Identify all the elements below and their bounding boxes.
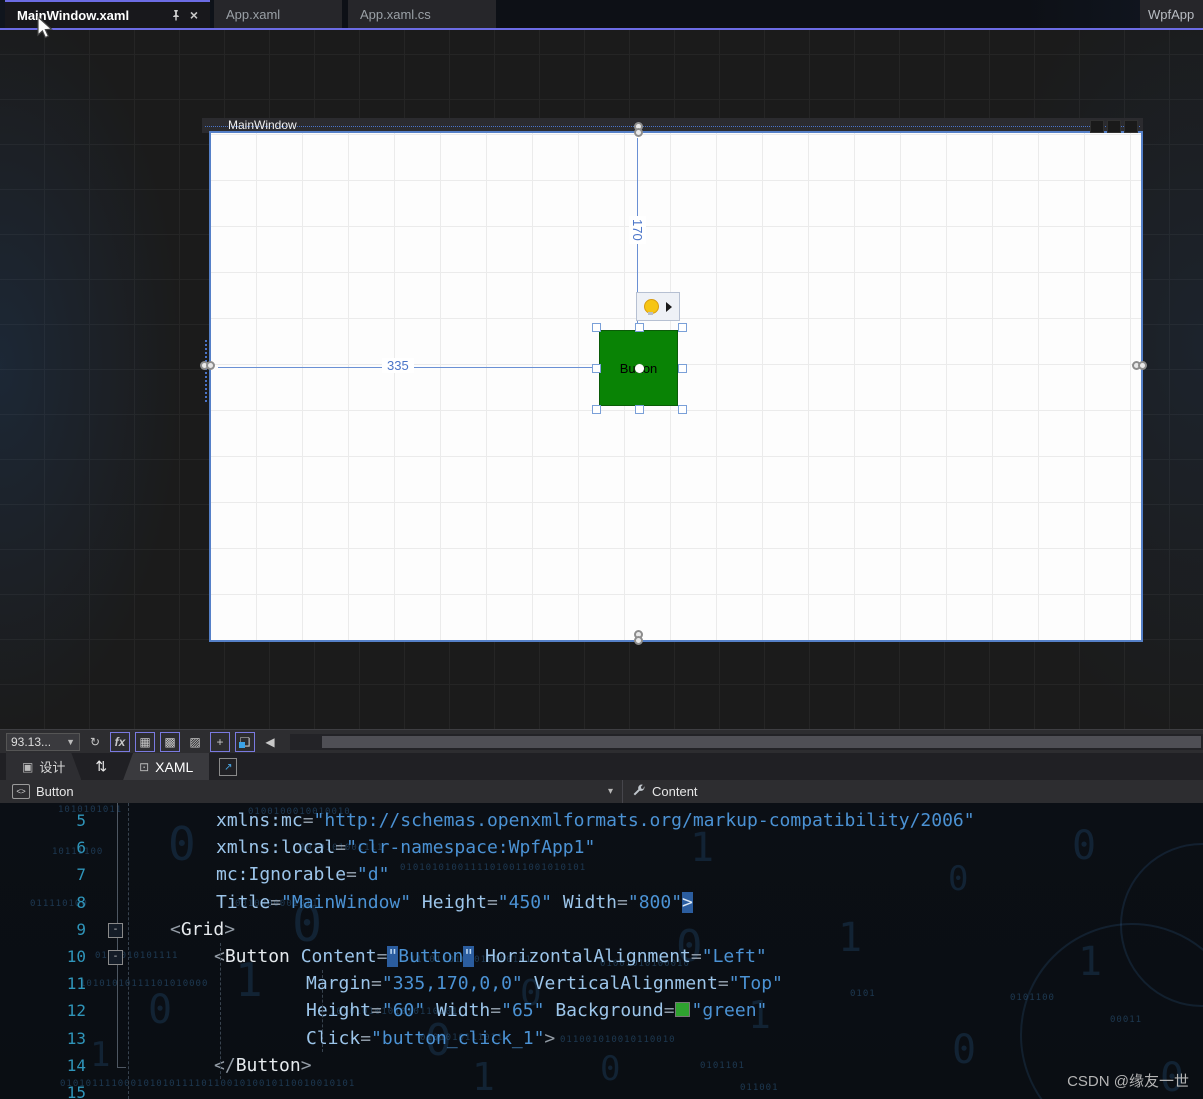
anchor-chain-icon[interactable] [632,630,643,647]
pin-icon[interactable] [170,9,182,21]
line-number: 14 [66,1055,86,1075]
tab-label: App.xaml [226,6,281,22]
expand-arrow-icon[interactable] [666,301,672,312]
resize-handle-se[interactable] [678,405,687,414]
code-line[interactable]: 6 xmlns:local="clr-namespace:WpfApp1" [0,834,1203,861]
refresh-icon[interactable]: ↻ [85,732,105,752]
line-number: 12 [66,1001,86,1021]
scrollbar-thumb[interactable] [322,735,1201,748]
line-number: 11 [66,974,86,994]
design-view-icon: ▣ [22,759,34,774]
disable-project-code-icon[interactable]: ❏ [235,731,255,752]
collapse-arrow-icon[interactable]: ◀ [260,732,280,752]
resize-handle-s[interactable] [635,405,644,414]
design-surface[interactable]: MainWindow 170 335 Button [0,30,1203,729]
anchor-chain-icon[interactable] [1132,361,1149,372]
margin-top-value: 170 [629,216,646,244]
line-number: 6 [76,838,86,858]
designer-button-element[interactable]: Button [599,330,678,406]
chevron-down-icon[interactable]: ▾ [608,786,613,797]
indent-guide [322,970,323,1052]
code-line[interactable]: 9 <Grid> [0,916,1203,943]
tab-design-view[interactable]: ▣ 设计 [6,753,81,780]
code-line[interactable]: 7 mc:Ignorable="d" [0,861,1203,888]
line-number: 7 [76,865,86,885]
lightbulb-icon[interactable] [644,299,659,315]
mouse-cursor [37,16,53,39]
code-line[interactable]: 12 Height="60" Width="65" Background= "gre… [0,997,1203,1024]
indent-guide [128,803,129,1099]
fold-marker[interactable]: - [108,950,123,965]
color-swatch-green [674,1002,690,1018]
code-line[interactable]: 11 Margin="335,170,0,0" VerticalAlignment… [0,970,1203,997]
line-number: 15 [66,1082,86,1099]
pop-out-pane-icon[interactable]: ↗ [219,758,238,776]
line-number: 10 [66,947,86,967]
line-number: 13 [66,1028,86,1048]
zoom-level-value: 93.13... [11,734,52,749]
line-number: 8 [76,892,86,912]
preview-window-buttons [1090,120,1138,133]
design-view-label: 设计 [39,760,66,775]
code-line[interactable]: 13 Click="button_click_1"> [0,1025,1203,1052]
code-line[interactable]: 15 [0,1079,1203,1099]
editor-navigation-bar: <> Button ▾ Content [0,780,1203,804]
document-tab-bar: MainWindow.xaml × App.xaml App.xaml.cs W… [0,0,1203,30]
resize-handle-e[interactable] [678,364,687,373]
wrench-icon [632,784,646,803]
anchor-point-dot [634,364,644,373]
visual-studio-window: MainWindow.xaml × App.xaml App.xaml.cs W… [0,0,1203,1099]
selection-dotted-line [205,126,1140,127]
resize-handle-w[interactable] [592,364,601,373]
snaplines-icon[interactable]: + [210,731,230,752]
line-number: 5 [76,811,86,831]
show-grid-icon[interactable]: ▦ [135,731,155,752]
breadcrumb-property[interactable]: Content [652,784,698,799]
xaml-code-editor[interactable]: 0 1 0 0 0 0 1 1 1 0 0 1 0 0 0 1 1 0 1010101011 010010001001… [0,803,1203,1099]
swap-panes-icon[interactable]: ⇅ [95,753,107,780]
snap-to-grid-icon[interactable]: ▩ [160,731,180,752]
fold-marker[interactable]: - [108,922,123,938]
resize-handle-sw[interactable] [592,405,601,414]
toggle-artboard-background-icon[interactable]: ▨ [185,732,205,752]
quick-actions-popup[interactable] [636,292,680,321]
xaml-view-icon: ⊡ [139,759,150,774]
chevron-down-icon: ▼ [66,736,75,747]
tab-label: App.xaml.cs [360,6,431,22]
indent-guide [220,943,221,1079]
anchor-chain-icon[interactable] [632,122,643,139]
code-lines[interactable]: 5 xmlns:mc="http://schemas.openxmlformats… [0,803,1203,1099]
code-line[interactable]: 14 </Button> [0,1052,1203,1079]
margin-left-value: 335 [382,358,414,373]
tab-wpfapp[interactable]: WpfApp [1140,0,1203,28]
fold-scope-end [117,1067,126,1068]
breadcrumb-element[interactable]: Button [36,784,74,799]
csdn-watermark: CSDN @缘友一世 [1067,1073,1189,1090]
tab-xaml-view[interactable]: ⊡ XAML [123,753,210,780]
view-switch-strip: ▣ 设计 ⇅ ⊡ XAML ↗ [0,753,1203,780]
preview-window-title: MainWindow [228,118,297,132]
anchor-chain-icon[interactable] [200,361,217,372]
divider [622,780,623,803]
effects-fx-icon[interactable]: fx [110,731,130,752]
code-line[interactable]: 5 xmlns:mc="http://schemas.openxmlformats… [0,807,1203,834]
tab-label: MainWindow.xaml [17,7,130,23]
designer-toolbar: 93.13... ▼ ↻ fx ▦ ▩ ▨ + ❏ ◀ [0,729,1203,753]
code-line[interactable]: 8 Title="MainWindow" Height="450" Width="… [0,889,1203,916]
tab-label: WpfApp [1148,6,1195,22]
zoom-level-select[interactable]: 93.13... ▼ [6,732,80,751]
designer-horizontal-scrollbar[interactable] [290,733,1203,750]
line-number: 9 [76,919,86,939]
resize-handle-nw[interactable] [592,323,601,332]
resize-handle-ne[interactable] [678,323,687,332]
xaml-view-label: XAML [155,758,194,775]
xml-element-icon: <> [12,784,30,799]
tab-app-xaml-cs[interactable]: App.xaml.cs [348,0,496,28]
resize-handle-n[interactable] [635,323,644,332]
close-icon[interactable]: × [190,8,198,22]
code-line[interactable]: 10 <Button Content="Button" HorizontalAli… [0,943,1203,970]
tab-app-xaml[interactable]: App.xaml [214,0,342,28]
